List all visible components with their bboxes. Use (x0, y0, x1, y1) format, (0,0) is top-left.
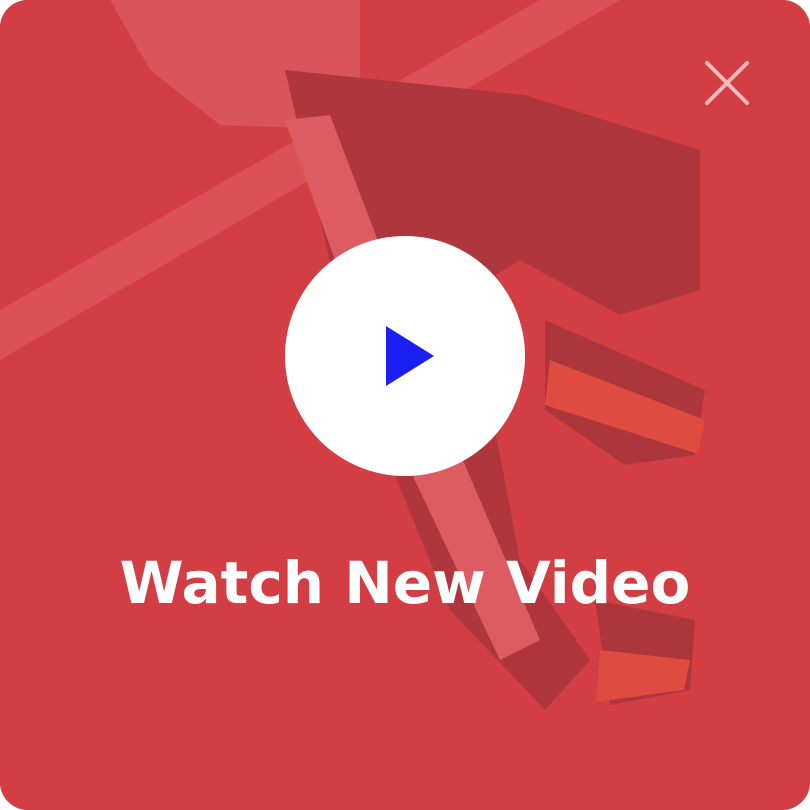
play-icon (386, 326, 434, 386)
close-icon (705, 61, 749, 105)
close-button[interactable] (696, 52, 758, 114)
video-promo-card: Watch New Video (0, 0, 810, 810)
promo-title: Watch New Video (119, 549, 691, 617)
play-button[interactable] (285, 236, 525, 476)
